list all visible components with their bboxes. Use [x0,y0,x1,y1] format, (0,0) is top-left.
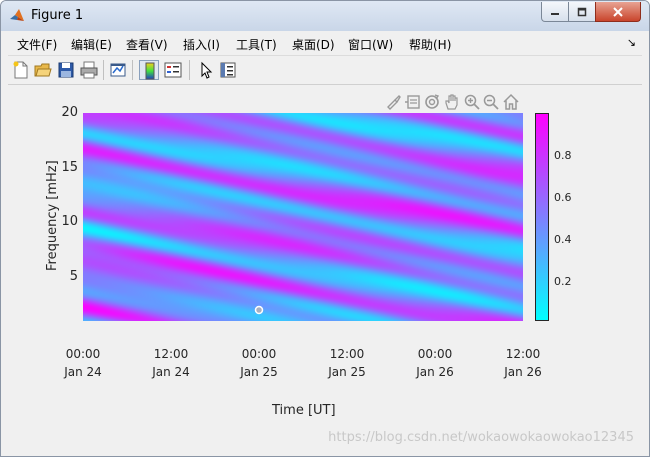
x-tick-time: 12:00 [153,347,189,361]
y-tick-label: 20 [61,105,78,120]
open-folder-icon[interactable] [33,60,53,80]
x-tick-time: 12:00 [505,347,541,361]
zoom-out-icon[interactable] [482,93,500,111]
x-tick-date: Jan 26 [416,365,454,379]
x-tick-label: 12:00 Jan 24 [146,345,196,381]
toolbar-separator [189,60,190,80]
figure-toolbar [8,56,642,85]
menu-tools[interactable]: 工具(T) [236,36,277,53]
menu-overflow-icon[interactable]: ↘ [627,36,636,49]
property-editor-icon[interactable] [218,60,238,80]
toolbar-separator [132,60,133,80]
x-tick-label: 00:00 Jan 24 [58,345,108,381]
home-icon[interactable] [502,93,520,111]
x-axis-label: Time [UT] [272,403,336,418]
x-tick-date: Jan 26 [504,365,542,379]
maximize-icon [577,7,587,16]
pan-icon[interactable] [443,93,461,111]
x-tick-time: 00:00 [241,347,277,361]
x-tick-label: 12:00 Jan 26 [498,345,548,381]
x-tick-date: Jan 25 [240,365,278,379]
menu-file[interactable]: 文件(F) [17,36,57,53]
title-bar[interactable]: Figure 1 [1,1,649,31]
colorbar-icon[interactable] [139,60,159,80]
menu-bar: 文件(F) 编辑(E) 查看(V) 插入(I) 工具(T) 桌面(D) 窗口(W… [8,31,642,56]
watermark-text: https://blog.csdn.net/wokaowokaowokao123… [328,430,634,445]
maximize-button[interactable] [568,2,596,22]
menu-window[interactable]: 窗口(W) [348,36,393,53]
x-tick-date: Jan 24 [152,365,190,379]
data-cursor-icon[interactable] [404,93,422,111]
colorbar-tick-label: 0.8 [554,149,572,162]
rotate-3d-icon[interactable] [423,93,441,111]
print-icon[interactable] [79,60,99,80]
menu-edit[interactable]: 编辑(E) [71,36,112,53]
new-figure-icon[interactable] [11,60,31,80]
matlab-logo-icon [10,9,24,21]
window-title: Figure 1 [31,8,84,23]
pointer-icon[interactable] [196,60,216,80]
save-icon[interactable] [56,60,76,80]
x-tick-label: 00:00 Jan 25 [234,345,284,381]
x-tick-label: 12:00 Jan 25 [322,345,372,381]
close-icon [613,6,623,17]
x-tick-date: Jan 24 [64,365,102,379]
colorbar-tick-label: 0.6 [554,191,572,204]
x-tick-time: 00:00 [417,347,453,361]
colorbar[interactable] [535,113,549,321]
legend-icon[interactable] [163,60,183,80]
minimize-button[interactable] [541,2,569,22]
menu-help[interactable]: 帮助(H) [409,36,451,53]
close-button[interactable] [595,2,641,22]
colorbar-tick-label: 0.4 [554,233,572,246]
x-tick-label: 00:00 Jan 26 [410,345,460,381]
y-tick-label: 5 [69,269,78,284]
figure-client-area: 文件(F) 编辑(E) 查看(V) 插入(I) 工具(T) 桌面(D) 窗口(W… [8,31,642,451]
x-tick-time: 12:00 [329,347,365,361]
spectrogram-heatmap[interactable] [83,113,523,321]
x-tick-time: 00:00 [65,347,101,361]
minimize-icon [551,12,559,15]
colorbar-tick-label: 0.2 [554,275,572,288]
brush-icon[interactable] [385,93,403,111]
toolbar-separator [103,60,104,80]
menu-view[interactable]: 查看(V) [126,36,168,53]
figure-canvas: 20 15 10 5 Frequency [mHz] 00:00 Jan 24 … [8,85,642,451]
x-tick-date: Jan 25 [328,365,366,379]
link-plot-icon[interactable] [108,60,128,80]
menu-desktop[interactable]: 桌面(D) [292,36,335,53]
menu-insert[interactable]: 插入(I) [183,36,220,53]
y-axis-label: Frequency [mHz] [45,160,60,271]
figure-window: Figure 1 文件(F) 编辑(E) 查看(V) 插入(I) 工具(T) 桌… [0,0,650,457]
zoom-in-icon[interactable] [463,93,481,111]
